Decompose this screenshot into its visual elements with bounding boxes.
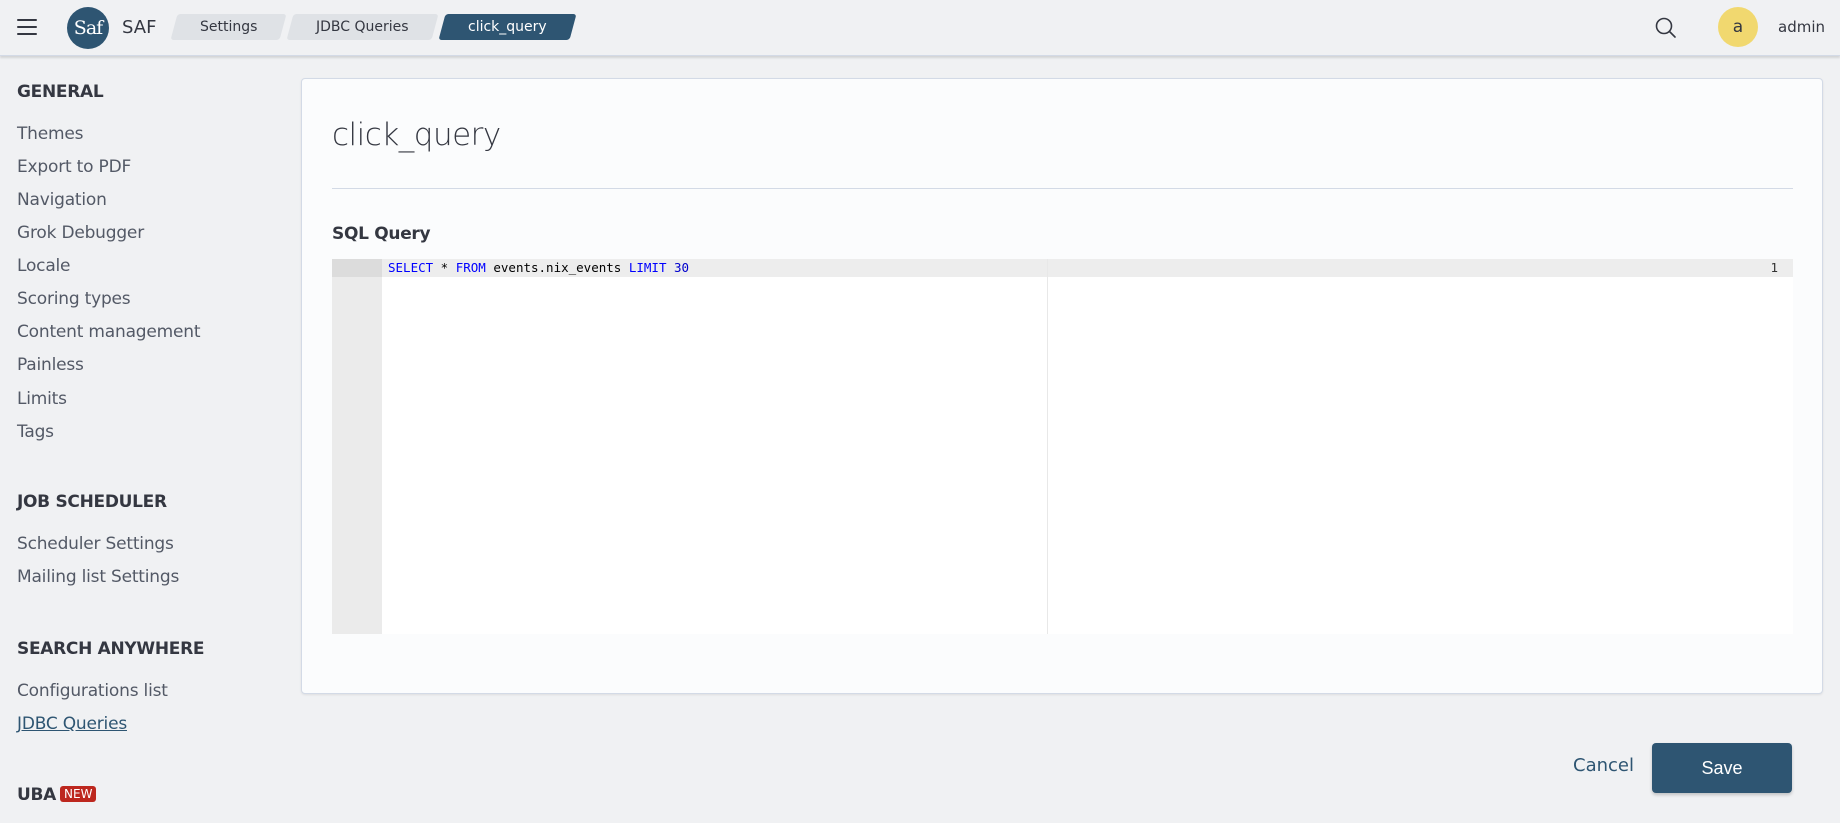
sql-token-star: * <box>433 260 456 275</box>
top-header: Saf SAF Settings JDBC Queries click_quer… <box>0 0 1840 56</box>
sidebar-item-limits[interactable]: Limits <box>17 389 67 409</box>
sql-query-editor[interactable]: 1 SELECT * FROM events.nix_events LIMIT … <box>332 259 1793 634</box>
sidebar: GENERAL Themes Export to PDF Navigation … <box>0 57 290 823</box>
section-title-job-scheduler: JOB SCHEDULER <box>17 492 167 512</box>
avatar[interactable]: a <box>1718 7 1758 47</box>
sql-query-label: SQL Query <box>332 224 431 244</box>
search-icon[interactable] <box>1653 15 1679 41</box>
sidebar-item-scheduler-settings[interactable]: Scheduler Settings <box>17 534 174 554</box>
user-name[interactable]: admin <box>1778 18 1825 36</box>
breadcrumb-label: Settings <box>200 19 258 35</box>
sql-token-table: events.nix_events <box>485 260 629 275</box>
page-title: click_query <box>332 117 501 153</box>
section-title-general: GENERAL <box>17 82 104 102</box>
sidebar-item-painless[interactable]: Painless <box>17 355 84 375</box>
breadcrumb-jdbc-queries[interactable]: JDBC Queries <box>286 14 439 40</box>
sql-keyword-from: FROM <box>455 260 486 275</box>
sidebar-item-configurations-list[interactable]: Configurations list <box>17 681 168 701</box>
editor-gutter <box>332 259 382 634</box>
breadcrumb-label: JDBC Queries <box>316 19 409 35</box>
query-edit-panel: click_query SQL Query 1 SELECT * FROM ev… <box>301 78 1823 694</box>
section-title-label: UBA <box>17 785 57 805</box>
section-title-uba[interactable]: UBA NEW <box>17 785 97 805</box>
active-line-gutter <box>332 259 382 277</box>
sidebar-item-grok-debugger[interactable]: Grok Debugger <box>17 223 144 243</box>
divider <box>332 188 1793 189</box>
sidebar-item-navigation[interactable]: Navigation <box>17 190 107 210</box>
app-name: SAF <box>122 17 157 38</box>
app-logo[interactable]: Saf <box>67 7 109 49</box>
breadcrumb-settings[interactable]: Settings <box>170 14 287 40</box>
sidebar-item-jdbc-queries[interactable]: JDBC Queries <box>17 714 127 734</box>
sidebar-item-scoring-types[interactable]: Scoring types <box>17 289 131 309</box>
breadcrumb-label: click_query <box>467 19 547 35</box>
save-button[interactable]: Save <box>1652 743 1792 793</box>
print-margin-line <box>1047 259 1048 634</box>
sql-token-number: 30 <box>674 260 690 275</box>
sidebar-item-export-to-pdf[interactable]: Export to PDF <box>17 157 131 177</box>
sidebar-item-tags[interactable]: Tags <box>17 422 54 442</box>
hamburger-menu-icon[interactable] <box>15 16 39 38</box>
sql-keyword-limit: LIMIT <box>628 260 667 275</box>
sidebar-item-locale[interactable]: Locale <box>17 256 71 276</box>
sql-keyword-select: SELECT <box>388 260 434 275</box>
line-number: 1 <box>1770 260 1778 275</box>
breadcrumb: Settings JDBC Queries click_query <box>170 14 580 40</box>
code-line: SELECT * FROM events.nix_events LIMIT 30 <box>388 260 689 275</box>
breadcrumb-current[interactable]: click_query <box>438 14 577 40</box>
section-title-search-anywhere: SEARCH ANYWHERE <box>17 639 205 659</box>
sidebar-item-themes[interactable]: Themes <box>17 124 83 144</box>
sql-token-space <box>666 260 674 275</box>
sidebar-item-mailing-list-settings[interactable]: Mailing list Settings <box>17 567 179 587</box>
new-badge: NEW <box>60 786 97 802</box>
cancel-button[interactable]: Cancel <box>1573 755 1634 776</box>
sidebar-item-content-management[interactable]: Content management <box>17 322 200 342</box>
